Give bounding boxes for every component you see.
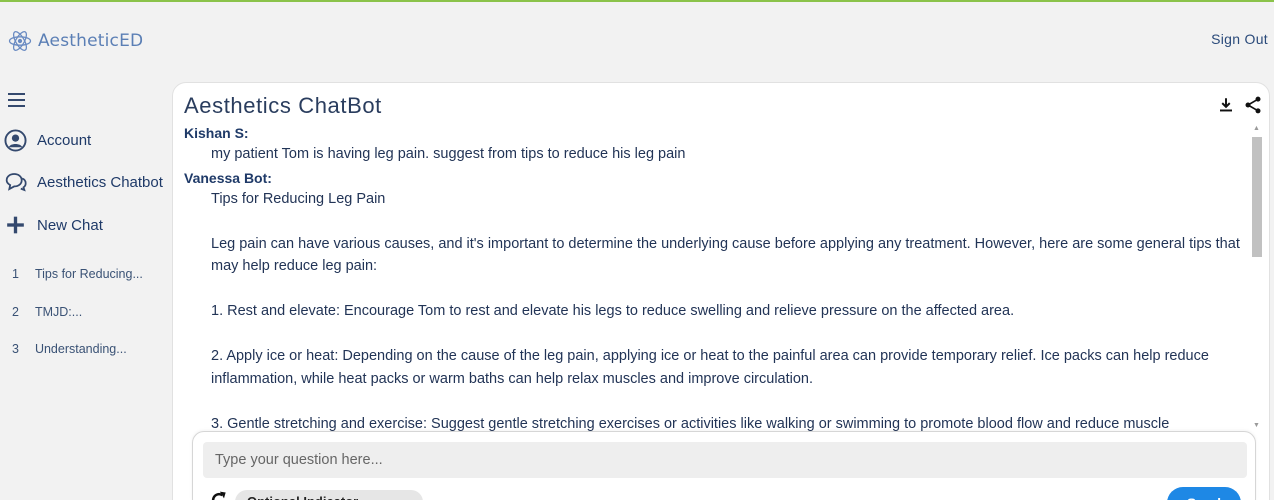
message-text: Tips for Reducing Leg Pain Leg pain can … [211, 190, 1240, 432]
sidebar-item-new-chat[interactable]: New Chat [4, 215, 103, 235]
history-label: Tips for Reducing... [34, 267, 143, 281]
history-index: 3 [12, 342, 19, 356]
scroll-up-arrow-icon[interactable]: ▲ [1253, 125, 1260, 132]
brand-logo[interactable]: AestheticED [8, 29, 143, 53]
brand-name: AestheticED [38, 31, 144, 51]
sidebar-item-label: New Chat [37, 216, 103, 234]
share-icon[interactable] [1243, 95, 1263, 115]
sidebar-item-account[interactable]: Account [4, 129, 91, 152]
message-speaker: Kishan S: [184, 125, 249, 141]
page-title: Aesthetics ChatBot [184, 93, 382, 118]
history-label: TMJD:... [34, 305, 83, 319]
message-text: my patient Tom is having leg pain. sugge… [211, 146, 686, 162]
history-item[interactable]: 1 Tips for Reducing... [12, 267, 143, 281]
chat-actions [1217, 95, 1263, 115]
message-speaker: Vanessa Bot: [184, 169, 272, 186]
history-label: Understanding... [34, 342, 127, 356]
chat-messages: Kishan S: my patient Tom is having leg p… [184, 123, 1247, 431]
chat-scrollbar[interactable]: ▲ ▼ [1250, 123, 1264, 433]
top-bar: AestheticED Sign Out [0, 2, 1274, 80]
send-button[interactable]: Send [1167, 487, 1241, 500]
scroll-down-arrow-icon[interactable]: ▼ [1253, 422, 1260, 429]
plus-icon [7, 216, 24, 234]
history-item[interactable]: 3 Understanding... [12, 342, 127, 356]
atom-icon [8, 31, 32, 51]
user-circle-icon [4, 129, 27, 152]
history-item[interactable]: 2 TMJD:... [12, 305, 82, 319]
chat-bubbles-icon [5, 173, 27, 192]
sign-out-link[interactable]: Sign Out [1211, 31, 1268, 47]
question-composer: Optional Indicator Send [192, 431, 1256, 500]
hamburger-menu-icon[interactable] [8, 93, 25, 107]
refresh-icon[interactable] [209, 490, 229, 500]
sidebar-item-label: Account [37, 132, 92, 149]
optional-indicator-chip[interactable]: Optional Indicator [235, 490, 423, 500]
history-index: 2 [12, 305, 19, 319]
download-icon[interactable] [1217, 96, 1235, 114]
history-index: 1 [12, 267, 19, 281]
sidebar-item-aesthetics-chatbot[interactable]: Aesthetics Chatbot [4, 172, 163, 192]
question-input[interactable] [203, 442, 1247, 478]
scrollbar-thumb[interactable] [1252, 137, 1262, 257]
sidebar-item-label: Aesthetics Chatbot [37, 173, 163, 191]
